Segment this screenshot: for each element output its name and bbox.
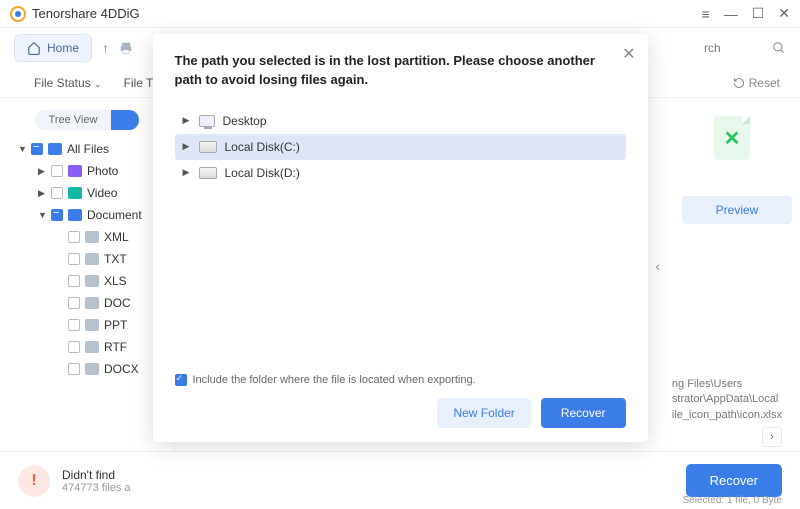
app-title: Tenorshare 4DDiG	[32, 6, 140, 21]
tree-item-txt[interactable]: TXT	[0, 248, 174, 270]
next-page-button[interactable]: ›	[762, 427, 782, 447]
tree-item-xls[interactable]: XLS	[0, 270, 174, 292]
alert-icon: !	[18, 465, 50, 497]
checkbox[interactable]	[68, 297, 80, 309]
search-box[interactable]	[704, 41, 786, 55]
view-toggle[interactable]: Tree View	[0, 110, 174, 130]
maximize-icon[interactable]: ☐	[752, 5, 765, 22]
folder-icon	[85, 297, 99, 309]
tree-item-doc[interactable]: DOC	[0, 292, 174, 314]
dialog-title: The path you selected is in the lost par…	[175, 52, 626, 90]
tree-view-tab[interactable]: Tree View	[35, 110, 112, 130]
desktop-icon	[199, 115, 215, 127]
recovery-path-dialog: ✕ The path you selected is in the lost p…	[153, 34, 648, 442]
close-window-icon[interactable]: ✕	[778, 5, 790, 22]
drive-icon	[199, 141, 217, 153]
caret-right-icon[interactable]: ▶	[183, 141, 191, 152]
reset-button[interactable]: Reset	[733, 76, 780, 90]
home-button[interactable]: Home	[14, 34, 92, 62]
caret-right-icon[interactable]: ▶	[183, 167, 191, 178]
caret-right-icon[interactable]: ▶	[183, 115, 191, 126]
dialog-buttons: New Folder Recover	[175, 398, 626, 428]
folder-icon	[85, 319, 99, 331]
path-option-drive-c[interactable]: ▶ Local Disk(C:)	[175, 134, 626, 160]
path-list: ▶ Desktop ▶ Local Disk(C:) ▶ Local Disk(…	[175, 108, 626, 186]
menu-icon[interactable]: ≡	[702, 6, 710, 22]
checkbox[interactable]	[68, 341, 80, 353]
tree-item-xml[interactable]: XML	[0, 226, 174, 248]
folder-icon	[68, 165, 82, 177]
folder-icon	[85, 253, 99, 265]
close-icon[interactable]: ✕	[622, 44, 635, 64]
new-folder-button[interactable]: New Folder	[437, 398, 530, 428]
caret-down-icon[interactable]: ▼	[38, 210, 46, 220]
folder-icon	[85, 231, 99, 243]
selection-summary: Selected: 1 file, 0 Byte	[682, 495, 782, 506]
path-option-drive-d[interactable]: ▶ Local Disk(D:)	[175, 160, 626, 186]
folder-icon	[68, 187, 82, 199]
tree-item-ppt[interactable]: PPT	[0, 314, 174, 336]
titlebar: Tenorshare 4DDiG ≡ — ☐ ✕	[0, 0, 800, 28]
app-logo-icon	[10, 6, 26, 22]
file-tree: ▼ All Files ▶ Photo ▶ Video ▼	[0, 138, 174, 380]
collapse-icon[interactable]: ‹	[655, 258, 660, 274]
tree-item-document[interactable]: ▼ Document	[0, 204, 174, 226]
caret-right-icon[interactable]: ▶	[38, 188, 46, 199]
checkbox[interactable]	[51, 187, 63, 199]
home-icon	[27, 41, 41, 55]
checkbox-checked[interactable]	[175, 374, 187, 386]
tree-item-docx[interactable]: DOCX	[0, 358, 174, 380]
recover-button[interactable]: Recover	[686, 464, 782, 497]
home-label: Home	[47, 41, 79, 55]
caret-down-icon[interactable]: ▼	[18, 144, 26, 154]
tree-item-photo[interactable]: ▶ Photo	[0, 160, 174, 182]
dialog-recover-button[interactable]: Recover	[541, 398, 626, 428]
tree-item-rtf[interactable]: RTF	[0, 336, 174, 358]
reset-icon	[733, 77, 745, 89]
preview-panel: ✕ Preview	[682, 116, 782, 224]
folder-icon	[48, 143, 62, 155]
caret-right-icon[interactable]: ▶	[38, 166, 46, 177]
folder-icon	[68, 209, 82, 221]
minimize-icon[interactable]: —	[724, 6, 738, 22]
checkbox[interactable]	[68, 363, 80, 375]
filter-file-status[interactable]: File Status ⌄	[34, 76, 102, 90]
folder-icon	[85, 275, 99, 287]
filter-file-type[interactable]: File T	[124, 76, 154, 90]
checkbox[interactable]	[68, 253, 80, 265]
preview-button[interactable]: Preview	[682, 196, 792, 224]
excel-file-icon: ✕	[714, 116, 750, 160]
footer-message: Didn't find 474773 files a	[62, 468, 131, 494]
window-controls: ≡ — ☐ ✕	[702, 5, 790, 22]
checkbox[interactable]	[68, 319, 80, 331]
folder-icon	[85, 341, 99, 353]
checkbox[interactable]	[51, 209, 63, 221]
search-icon[interactable]	[772, 41, 786, 55]
checkbox[interactable]	[68, 275, 80, 287]
sidebar: Tree View ▼ All Files ▶ Photo ▶ Video	[0, 98, 175, 451]
drive-icon	[199, 167, 217, 179]
other-view-tab[interactable]	[111, 110, 139, 130]
checkbox[interactable]	[51, 165, 63, 177]
folder-icon	[85, 363, 99, 375]
tree-root[interactable]: ▼ All Files	[0, 138, 174, 160]
checkbox[interactable]	[31, 143, 43, 155]
search-input[interactable]	[704, 41, 764, 55]
up-arrow-icon[interactable]: ↑	[102, 40, 109, 56]
print-icon[interactable]	[119, 41, 133, 55]
file-path-display: ng Files\Users strator\AppData\Local ile…	[672, 377, 782, 423]
checkbox[interactable]	[68, 231, 80, 243]
path-option-desktop[interactable]: ▶ Desktop	[175, 108, 626, 134]
include-folder-option[interactable]: Include the folder where the file is loc…	[175, 374, 626, 386]
footer: ! Didn't find 474773 files a Recover	[0, 451, 800, 509]
tree-item-video[interactable]: ▶ Video	[0, 182, 174, 204]
